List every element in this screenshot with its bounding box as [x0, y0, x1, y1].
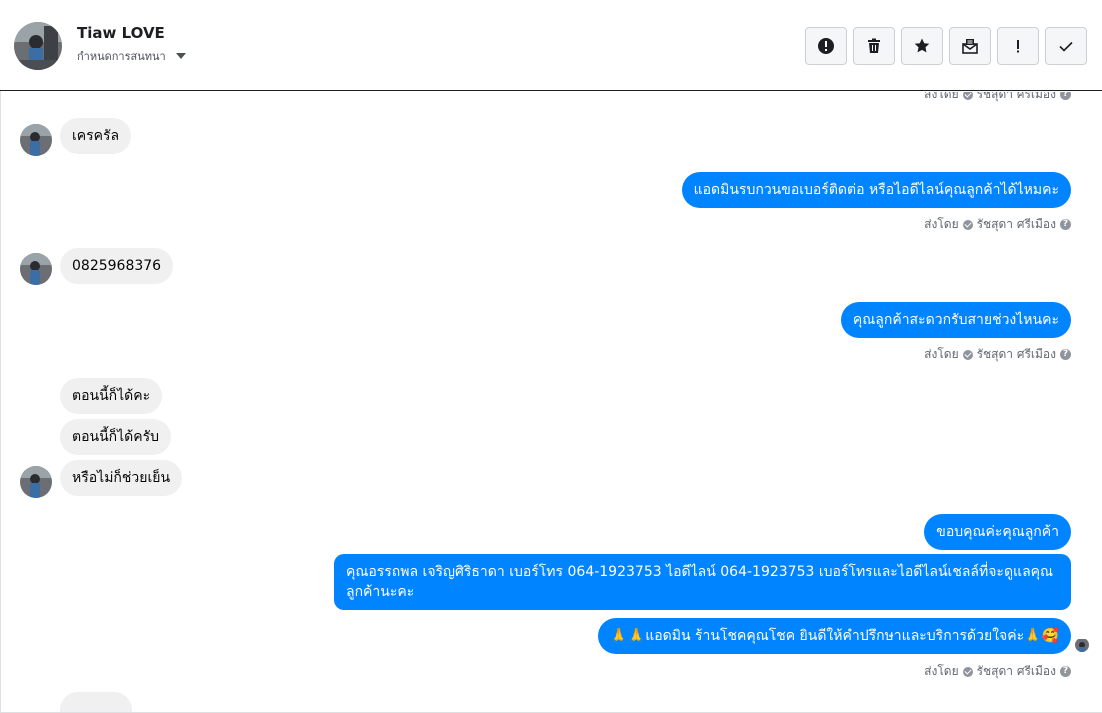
sent-by-label: ส่งโดย รัชสุดา ศรีเมือง ?: [924, 662, 1071, 681]
agent-icon: [962, 219, 973, 230]
star-button[interactable]: [901, 27, 943, 65]
outgoing-message[interactable]: คุณอรรถพล เจริญศิริธาดา เบอร์โทร 064-192…: [334, 554, 1071, 610]
conversation-toolbar: [805, 27, 1087, 65]
sent-by-label: ส่งโดย รัชสุดา ศรีเมือง ?: [924, 345, 1071, 364]
sent-by-agent: รัชสุดา ศรีเมือง: [976, 347, 1056, 361]
check-icon: [1059, 41, 1073, 52]
help-icon[interactable]: ?: [1060, 219, 1071, 230]
outgoing-message[interactable]: 🙏🙏แอดมิน ร้านโชคคุณโชค ยินดีให้คำปรึกษาแ…: [598, 618, 1071, 654]
contact-avatar-small: [20, 124, 52, 156]
mark-spam-button[interactable]: [805, 27, 847, 65]
conversation-settings-label: กำหนดการสนทนา: [77, 50, 166, 63]
contact-avatar[interactable]: [14, 22, 62, 70]
follow-up-button[interactable]: [997, 27, 1039, 65]
exclamation-icon: [1017, 40, 1019, 53]
star-icon: [914, 38, 930, 53]
agent-icon: [962, 349, 973, 360]
mark-unread-button[interactable]: [949, 27, 991, 65]
message-thread[interactable]: ส่งโดย รัชสุดา ศรีเมือง ? เครครัล แอดมิน…: [0, 92, 1102, 713]
incoming-message-partial[interactable]: [60, 692, 132, 713]
agent-icon: [962, 92, 973, 100]
incoming-message[interactable]: 0825968376: [60, 248, 174, 284]
alert-circle-icon: [818, 38, 834, 54]
incoming-message[interactable]: หรือไม่ก็ช่วยเย็น: [60, 460, 183, 496]
sent-by-label: ส่งโดย รัชสุดา ศรีเมือง ?: [924, 92, 1071, 104]
conversation-settings-dropdown[interactable]: กำหนดการสนทนา: [77, 47, 186, 65]
contact-avatar-small: [20, 253, 52, 285]
incoming-message[interactable]: ตอนนี้ก็ได้คะ: [60, 378, 163, 414]
outgoing-message[interactable]: ขอบคุณค่ะคุณลูกค้า: [924, 514, 1071, 550]
caret-down-icon: [175, 53, 186, 59]
incoming-message[interactable]: เครครัล: [60, 118, 132, 154]
sent-by-prefix: ส่งโดย: [924, 217, 959, 231]
help-icon[interactable]: ?: [1060, 349, 1071, 360]
seen-indicator-avatar: [1075, 638, 1089, 652]
outgoing-message[interactable]: แอดมินรบกวนขอเบอร์ติดต่อ หรือไอดีไลน์คุณ…: [681, 172, 1071, 208]
sent-by-label: ส่งโดย รัชสุดา ศรีเมือง ?: [924, 215, 1071, 234]
sent-by-prefix: ส่งโดย: [924, 92, 959, 101]
sent-by-agent: รัชสุดา ศรีเมือง: [976, 92, 1056, 101]
incoming-message[interactable]: ตอนนี้ก็ได้ครับ: [60, 419, 172, 455]
mark-done-button[interactable]: [1045, 27, 1087, 65]
conversation-header: Tiaw LOVE กำหนดการสนทนา: [0, 0, 1102, 91]
sent-by-agent: รัชสุดา ศรีเมือง: [976, 217, 1056, 231]
agent-icon: [962, 666, 973, 677]
contact-name: Tiaw LOVE: [77, 24, 165, 42]
delete-button[interactable]: [853, 27, 895, 65]
outgoing-message[interactable]: คุณลูกค้าสะดวกรับสายช่วงไหนคะ: [840, 302, 1071, 338]
help-icon[interactable]: ?: [1060, 92, 1071, 100]
help-icon[interactable]: ?: [1060, 666, 1071, 677]
sent-by-prefix: ส่งโดย: [924, 664, 959, 678]
sent-by-prefix: ส่งโดย: [924, 347, 959, 361]
trash-icon: [868, 38, 880, 53]
sent-by-agent: รัชสุดา ศรีเมือง: [976, 664, 1056, 678]
mark-unread-icon: [962, 39, 978, 54]
contact-avatar-small: [20, 466, 52, 498]
